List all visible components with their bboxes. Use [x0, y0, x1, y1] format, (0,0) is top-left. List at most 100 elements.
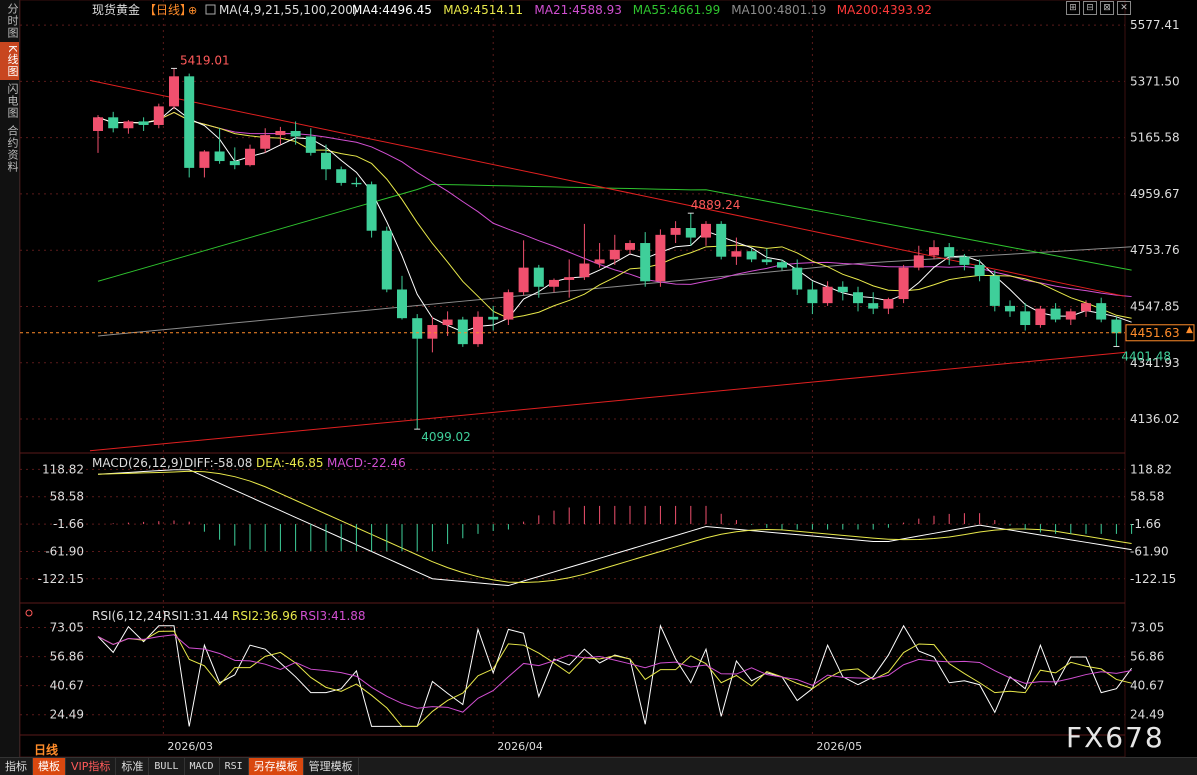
candle-16 — [336, 166, 347, 186]
candle-51 — [868, 292, 879, 315]
candle-body — [625, 243, 635, 250]
candle-25 — [473, 311, 483, 347]
candle-56 — [944, 243, 955, 265]
macd-dea: DEA:-46.85 — [256, 456, 324, 470]
instrument-title: 现货黄金 — [92, 2, 140, 17]
indicator-toggle-icon — [205, 4, 216, 15]
rsi2-line — [97, 630, 1132, 727]
candle-body — [549, 279, 559, 287]
candle-body — [822, 286, 833, 304]
candle-42 — [731, 237, 742, 265]
annotation-label: 4099.02 — [421, 430, 471, 444]
rsi-axis-tick: 56.86 — [1130, 650, 1164, 664]
candle-body — [609, 249, 620, 260]
rsi-settings-icon — [25, 609, 33, 617]
bottom-tab-0[interactable]: 指标 — [0, 758, 33, 775]
candle-66 — [1096, 297, 1107, 323]
bottom-tab-3[interactable]: 标准 — [116, 758, 150, 775]
bottom-tab-7[interactable]: 另存模板 — [248, 758, 304, 775]
rsi-axis-tick-left: 40.67 — [50, 679, 84, 693]
candle-body — [594, 259, 605, 264]
candle-21 — [412, 314, 423, 430]
candle-body — [974, 264, 985, 276]
price-axis-tick: 5577.41 — [1130, 18, 1180, 32]
zoom-out-icon[interactable]: ⊟ — [1083, 1, 1097, 15]
candle-23 — [442, 311, 453, 336]
candle-body — [1050, 308, 1061, 320]
candle-36 — [640, 232, 651, 287]
resistance-trendline — [89, 79, 1126, 297]
candle-body — [442, 319, 453, 326]
candle-body — [503, 292, 514, 320]
bottom-tab-6[interactable]: RSI — [220, 758, 249, 775]
ma-legend-2: MA21:4588.93 — [534, 3, 622, 17]
candle-59 — [989, 270, 1000, 312]
candle-5 — [169, 68, 179, 110]
rsi1-line — [97, 624, 1133, 727]
candle-body — [640, 243, 651, 282]
x-axis-tick: 2026/04 — [497, 740, 543, 753]
candle-body — [792, 267, 803, 290]
x-axis-tick: 2026/05 — [816, 740, 862, 753]
bottom-tab-8[interactable]: 管理模板 — [304, 758, 359, 775]
candle-14 — [305, 128, 316, 156]
candle-body — [381, 230, 392, 290]
candle-body — [685, 228, 696, 238]
candle-body — [837, 286, 848, 293]
price-axis-tick: 4136.02 — [1130, 412, 1180, 426]
candle-body — [336, 169, 347, 183]
candle-10 — [245, 144, 255, 167]
candle-body — [777, 262, 787, 268]
period-label[interactable]: 日线 — [34, 741, 58, 758]
candle-body — [275, 130, 286, 136]
candle-41 — [716, 221, 727, 260]
bottom-tab-5[interactable]: MACD — [185, 758, 220, 775]
bottom-tab-1[interactable]: 模板 — [33, 758, 66, 775]
candle-body — [412, 318, 423, 339]
candle-52 — [883, 297, 894, 315]
candle-body — [731, 251, 742, 257]
annotation-label: 5419.01 — [180, 53, 230, 67]
x-axis-tick: 2026/03 — [167, 740, 213, 753]
crosshair-icon[interactable]: ⊞ — [1066, 1, 1080, 15]
candle-body — [214, 151, 225, 162]
bottom-tab-4[interactable]: BULL — [149, 758, 185, 775]
candle-24 — [457, 316, 468, 347]
candle-55 — [929, 240, 939, 260]
candle-28 — [518, 240, 529, 295]
candle-body — [989, 275, 1000, 306]
candle-58 — [974, 259, 985, 282]
candle-body — [807, 289, 818, 304]
fullscreen-icon[interactable]: ⊠ — [1100, 1, 1114, 15]
candle-64 — [1065, 308, 1076, 326]
rsi-axis-tick-left: 73.05 — [50, 620, 84, 634]
candle-33 — [594, 243, 605, 268]
macd-diff-line — [97, 469, 1132, 587]
rsi-axis-tick: 73.05 — [1130, 620, 1164, 634]
close-icon[interactable]: ✕ — [1117, 1, 1131, 15]
candle-body — [260, 135, 271, 149]
candle-61 — [1020, 303, 1031, 331]
candle-body — [929, 247, 939, 256]
candle-12 — [275, 126, 286, 145]
candle-body — [1096, 303, 1107, 320]
candle-1 — [108, 111, 119, 133]
annotation-label: 4889.24 — [691, 198, 741, 212]
candle-body — [746, 251, 757, 260]
rsi2-value: RSI2:36.96 — [232, 609, 298, 623]
candle-45 — [777, 259, 787, 271]
bottom-tab-2[interactable]: VIP指标 — [66, 758, 117, 775]
price-tag-arrow-icon: ▲ — [1186, 325, 1193, 335]
macd-axis-tick: 118.82 — [1130, 462, 1172, 476]
macd-axis-tick: -1.66 — [1130, 517, 1161, 531]
ma9-line — [97, 111, 1132, 319]
candle-38 — [670, 221, 681, 244]
ma-legend-0: MA4:4496.45 — [352, 3, 432, 17]
macd-axis-tick-left: -1.66 — [53, 517, 84, 531]
candle-8 — [214, 128, 225, 164]
candle-53 — [898, 264, 909, 304]
ma200-line — [89, 351, 1126, 452]
macd-value: MACD:-22.46 — [327, 456, 406, 470]
macd-axis-tick: -122.15 — [1130, 572, 1176, 586]
candle-body — [93, 117, 103, 131]
